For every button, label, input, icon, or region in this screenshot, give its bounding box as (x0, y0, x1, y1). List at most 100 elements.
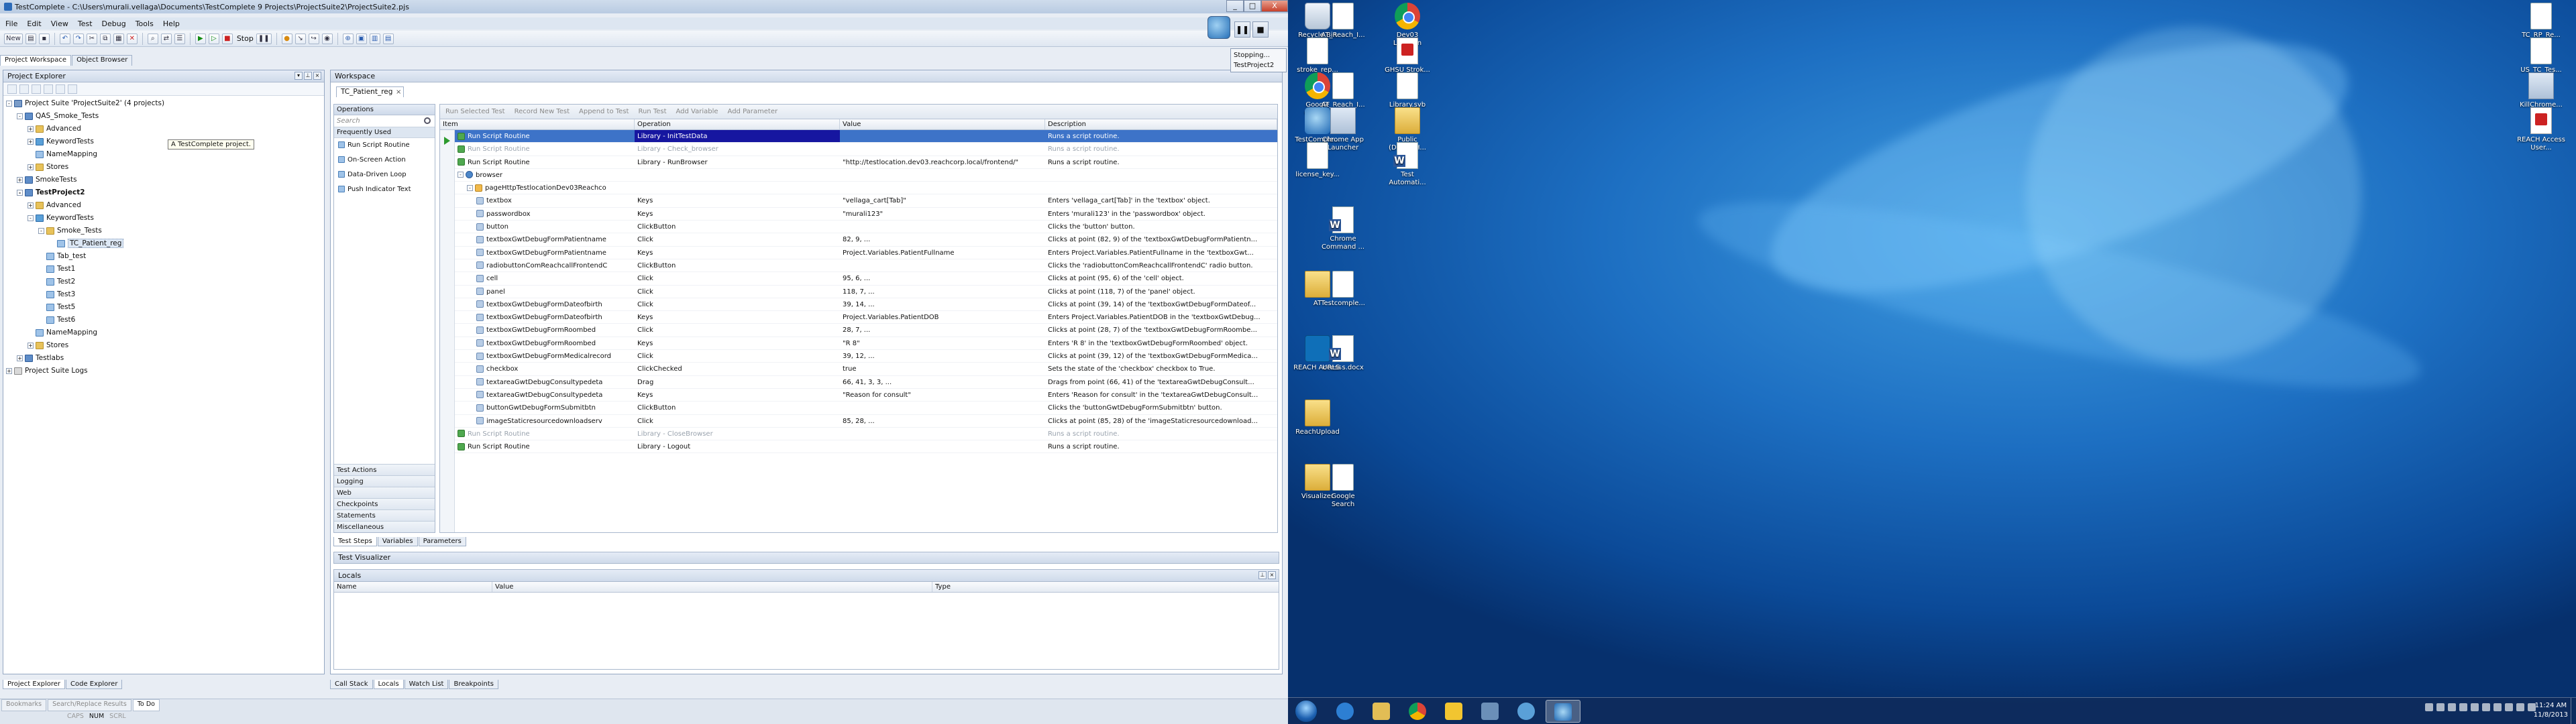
desktop-icon-library-svb[interactable]: Library.svb (1383, 72, 1432, 109)
tree-node-test3[interactable]: Test3 (6, 288, 321, 301)
description-cell[interactable]: Runs a script routine. (1045, 440, 1273, 452)
tab-locals[interactable]: Locals (373, 680, 404, 689)
show-desktop-button[interactable] (2571, 698, 2576, 724)
step-into-icon[interactable]: ↘ (294, 33, 306, 44)
description-cell[interactable]: Drags from point (66, 41) of the 'textar… (1045, 376, 1273, 388)
menu-view[interactable]: View (51, 19, 68, 28)
collapse-icon[interactable]: - (28, 215, 34, 221)
table-row[interactable]: imageStaticresourcedownloadserv Click 85, … (455, 415, 1277, 428)
tray-app-icon[interactable] (2459, 703, 2467, 711)
tree-node-smoke-tests[interactable]: - Smoke_Tests (6, 225, 321, 237)
run-project-icon[interactable]: ▶ (195, 33, 206, 44)
item-cell[interactable]: textboxGwtDebugFormDateofbirth (455, 311, 635, 323)
table-row[interactable]: buttonGwtDebugFormSubmitbtn ClickButton Cl… (455, 402, 1277, 415)
tree-node-tc-patient-reg[interactable]: TC_Patient_reg (6, 237, 321, 250)
collapse-icon[interactable]: - (38, 227, 44, 234)
value-cell[interactable] (840, 259, 1045, 272)
item-cell[interactable]: radiobuttonComReachcallFrontendC (455, 259, 635, 272)
execution-gutter[interactable] (440, 130, 455, 532)
tab-project-workspace[interactable]: Project Workspace (0, 55, 72, 66)
value-cell[interactable]: 39, 12, ... (840, 350, 1045, 362)
desktop-icon-test-automati[interactable]: Test Automati... (1383, 142, 1432, 187)
maximize-button[interactable]: □ (1244, 0, 1261, 12)
pin-icon[interactable]: ⊥ (304, 72, 312, 80)
test-visualizer-panel[interactable]: Test Visualizer (333, 552, 1279, 564)
menu-file[interactable]: File (5, 19, 17, 28)
operation-cell[interactable] (635, 182, 840, 194)
new-button[interactable]: New (4, 33, 23, 44)
description-cell[interactable] (1045, 169, 1273, 181)
description-cell[interactable]: Runs a script routine. (1045, 143, 1273, 155)
operation-category-statements[interactable]: Statements (334, 509, 435, 521)
remove-item-icon[interactable] (19, 84, 29, 94)
desktop-icon-at-reach-i[interactable]: AT_Reach_I... (1319, 72, 1367, 109)
table-row[interactable]: Run Script Routine Library - RunBrowser "h… (455, 156, 1277, 169)
table-row[interactable]: textareaGwtDebugConsultypedeta Drag 66, 41… (455, 376, 1277, 389)
tray-volume-icon[interactable] (2516, 703, 2524, 711)
pause-icon[interactable]: ❚❚ (1234, 21, 1250, 38)
operation-cell[interactable]: Click (635, 324, 840, 336)
operation-data-driven-loop[interactable]: Data-Driven Loop (334, 168, 435, 182)
operation-category-checkpoints[interactable]: Checkpoints (334, 498, 435, 509)
cut-icon[interactable]: ✂ (86, 33, 97, 44)
run-selected-test-button[interactable]: Run Selected Test (445, 108, 505, 115)
table-row[interactable]: - browser (455, 169, 1277, 182)
record-icon[interactable]: ● (281, 33, 292, 44)
value-cell[interactable] (840, 169, 1045, 181)
value-cell[interactable] (840, 428, 1045, 440)
table-row[interactable]: Run Script Routine Library - Check_browse… (455, 143, 1277, 156)
tray-app-icon[interactable] (2482, 703, 2490, 711)
tab-project-explorer[interactable]: Project Explorer (3, 680, 66, 689)
expand-icon[interactable]: + (28, 164, 34, 170)
description-cell[interactable] (1045, 182, 1273, 194)
operations-search-input[interactable]: Search (334, 115, 435, 127)
start-button[interactable] (1295, 700, 1318, 723)
tree-node-project-suite-projectsuite2-4-projects[interactable]: - Project Suite 'ProjectSuite2' (4 projec… (6, 97, 321, 110)
item-cell[interactable]: Run Script Routine (455, 156, 635, 168)
taskbar-chrome[interactable] (1401, 700, 1436, 723)
description-cell[interactable]: Clicks at point (39, 12) of the 'textbox… (1045, 350, 1273, 362)
description-cell[interactable]: Clicks at point (39, 14) of the 'textbox… (1045, 298, 1273, 310)
tree-node-project-suite-logs[interactable]: + Project Suite Logs (6, 365, 321, 377)
collapse-icon[interactable]: - (17, 189, 23, 196)
value-cell[interactable]: Project.Variables.PatientDOB (840, 311, 1045, 323)
description-cell[interactable]: Enters 'murali123' in the 'passwordbox' … (1045, 208, 1273, 220)
table-row[interactable]: radiobuttonComReachcallFrontendC ClickBut… (455, 259, 1277, 273)
taskbar-testcomplete[interactable] (1546, 700, 1580, 723)
table-row[interactable]: textboxGwtDebugFormDateofbirth Keys Projec… (455, 311, 1277, 324)
description-cell[interactable]: Runs a script routine. (1045, 130, 1273, 142)
object-spy-icon[interactable]: ⊕ (342, 33, 354, 44)
operation-cell[interactable]: Drag (635, 376, 840, 388)
operation-cell[interactable]: Library - Check_browser (635, 143, 840, 155)
item-cell[interactable]: textboxGwtDebugFormDateofbirth (455, 298, 635, 310)
tree-node-test1[interactable]: Test1 (6, 263, 321, 276)
item-cell[interactable]: imageStaticresourcedownloadserv (455, 415, 635, 427)
add-parameter-button[interactable]: Add Parameter (728, 108, 778, 115)
item-cell[interactable]: textboxGwtDebugFormMedicalrecord (455, 350, 635, 362)
table-row[interactable]: Run Script Routine Library - InitTestData… (455, 130, 1277, 143)
run-test-button[interactable]: Run Test (638, 108, 666, 115)
item-cell[interactable]: passwordbox (455, 208, 635, 220)
close-icon[interactable]: × (313, 72, 321, 80)
item-cell[interactable]: - pageHttpTestlocationDev03Reachco (455, 182, 635, 194)
tree-node-namemapping[interactable]: NameMapping (6, 148, 321, 161)
close-tab-icon[interactable]: × (396, 87, 401, 97)
menu-test[interactable]: Test (78, 19, 93, 28)
collapse-icon[interactable]: - (458, 172, 464, 178)
taskbar-app[interactable] (1473, 700, 1508, 723)
tree-node-testlabs[interactable]: + Testlabs (6, 352, 321, 365)
replace-icon[interactable]: ⇄ (160, 33, 172, 44)
tree-node-keywordtests[interactable]: + KeywordTests (6, 135, 321, 148)
value-cell[interactable]: true (840, 363, 1045, 375)
close-icon[interactable]: × (1268, 571, 1276, 579)
column-item[interactable]: Item (440, 119, 635, 129)
item-cell[interactable]: Run Script Routine (455, 440, 635, 452)
tray-app-icon[interactable] (2505, 703, 2513, 711)
description-cell[interactable]: Clicks the 'button' button. (1045, 221, 1273, 233)
item-cell[interactable]: textbox (455, 194, 635, 206)
value-cell[interactable]: "Reason for consult" (840, 389, 1045, 401)
tree-node-test6[interactable]: Test6 (6, 314, 321, 326)
table-row[interactable]: checkbox ClickChecked true Sets the state o… (455, 363, 1277, 376)
operation-category-test-actions[interactable]: Test Actions (334, 464, 435, 475)
item-cell[interactable]: textareaGwtDebugConsultypedeta (455, 389, 635, 401)
